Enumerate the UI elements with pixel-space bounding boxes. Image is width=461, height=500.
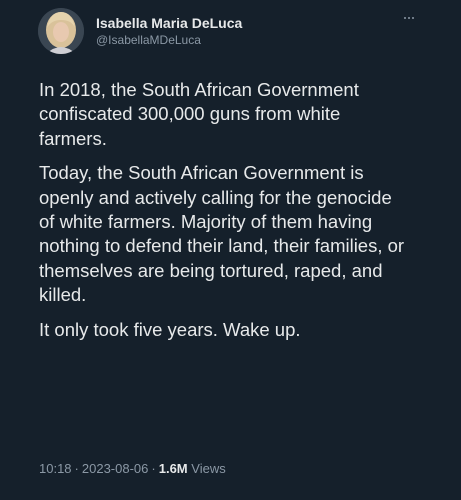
views-count: 1.6M bbox=[158, 461, 188, 476]
tweet-time[interactable]: 10:18 bbox=[39, 461, 72, 476]
avatar-image bbox=[38, 8, 84, 54]
author-handle[interactable]: @IsabellaMDeLuca bbox=[96, 32, 242, 48]
tweet-date[interactable]: 2023-08-06 bbox=[82, 461, 149, 476]
tweet-text: In 2018, the South African Government co… bbox=[39, 78, 409, 352]
tweet-header: Isabella Maria DeLuca @IsabellaMDeLuca bbox=[38, 6, 242, 56]
author-names: Isabella Maria DeLuca @IsabellaMDeLuca bbox=[96, 14, 242, 48]
more-horizontal-icon bbox=[404, 17, 406, 19]
tweet-paragraph: In 2018, the South African Government co… bbox=[39, 79, 359, 149]
tweet-meta: 10:18 · 2023-08-06 · 1.6M Views bbox=[39, 460, 226, 478]
tweet-paragraph: It only took five years. Wake up. bbox=[39, 318, 301, 340]
more-horizontal-icon-dot bbox=[412, 17, 414, 19]
meta-separator: · bbox=[74, 461, 79, 476]
avatar[interactable] bbox=[38, 8, 84, 54]
tweet-paragraph: Today, the South African Government is o… bbox=[39, 162, 405, 306]
author-display-name[interactable]: Isabella Maria DeLuca bbox=[96, 14, 242, 32]
views-label: Views bbox=[191, 461, 226, 476]
meta-separator: · bbox=[151, 461, 156, 476]
more-horizontal-icon-dot bbox=[408, 17, 410, 19]
tweet-card: Isabella Maria DeLuca @IsabellaMDeLuca I… bbox=[0, 0, 461, 500]
more-options-button[interactable] bbox=[397, 10, 421, 26]
